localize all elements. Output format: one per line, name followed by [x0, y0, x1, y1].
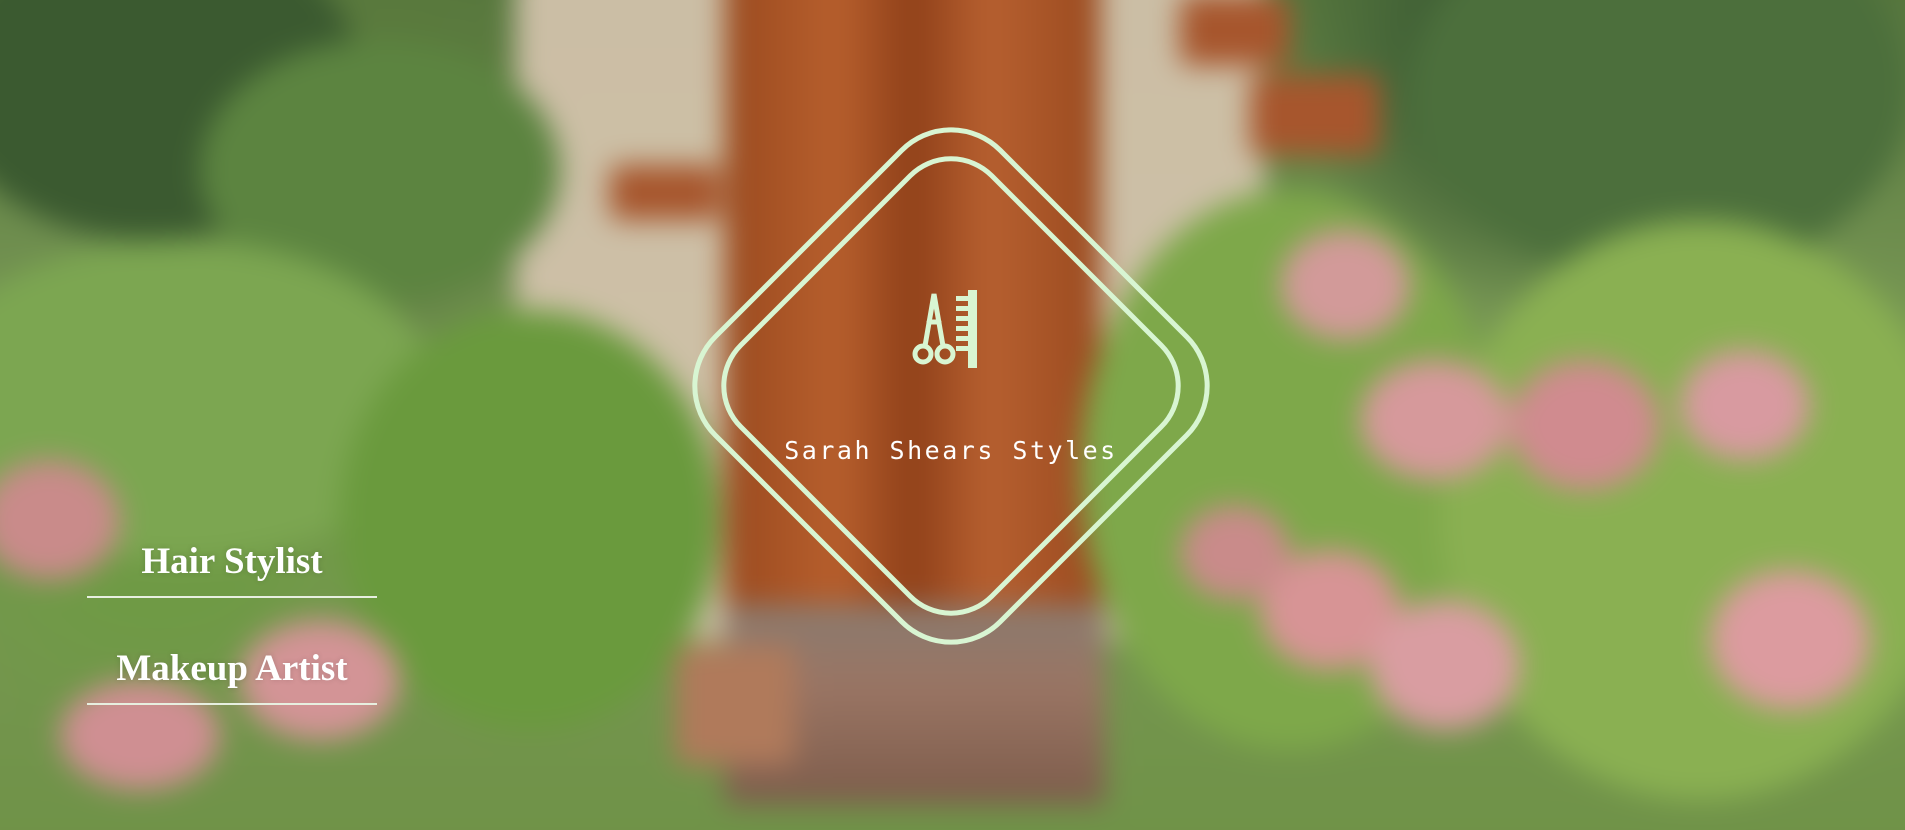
background-wall-pot [1250, 75, 1380, 155]
service-divider [87, 596, 377, 598]
brand-logo: Sarah Shears Styles [661, 96, 1241, 676]
background-hydrangea [60, 680, 220, 790]
service-label-makeup-artist: Makeup Artist [116, 648, 348, 689]
scissors-comb-icon [912, 290, 977, 368]
background-hydrangea [1280, 230, 1410, 340]
service-divider [87, 703, 377, 705]
service-label-hair-stylist: Hair Stylist [141, 541, 323, 582]
background-hydrangea [1360, 360, 1510, 480]
background-foliage [1440, 220, 1905, 800]
brand-name: Sarah Shears Styles [784, 436, 1118, 465]
background-wall-pot [1180, 0, 1290, 65]
background-hydrangea [1370, 600, 1520, 730]
background-hydrangea [1680, 350, 1810, 460]
background-hydrangea [1710, 570, 1870, 710]
logo-inner-frame [696, 131, 1206, 641]
background-hydrangea [1510, 360, 1660, 490]
